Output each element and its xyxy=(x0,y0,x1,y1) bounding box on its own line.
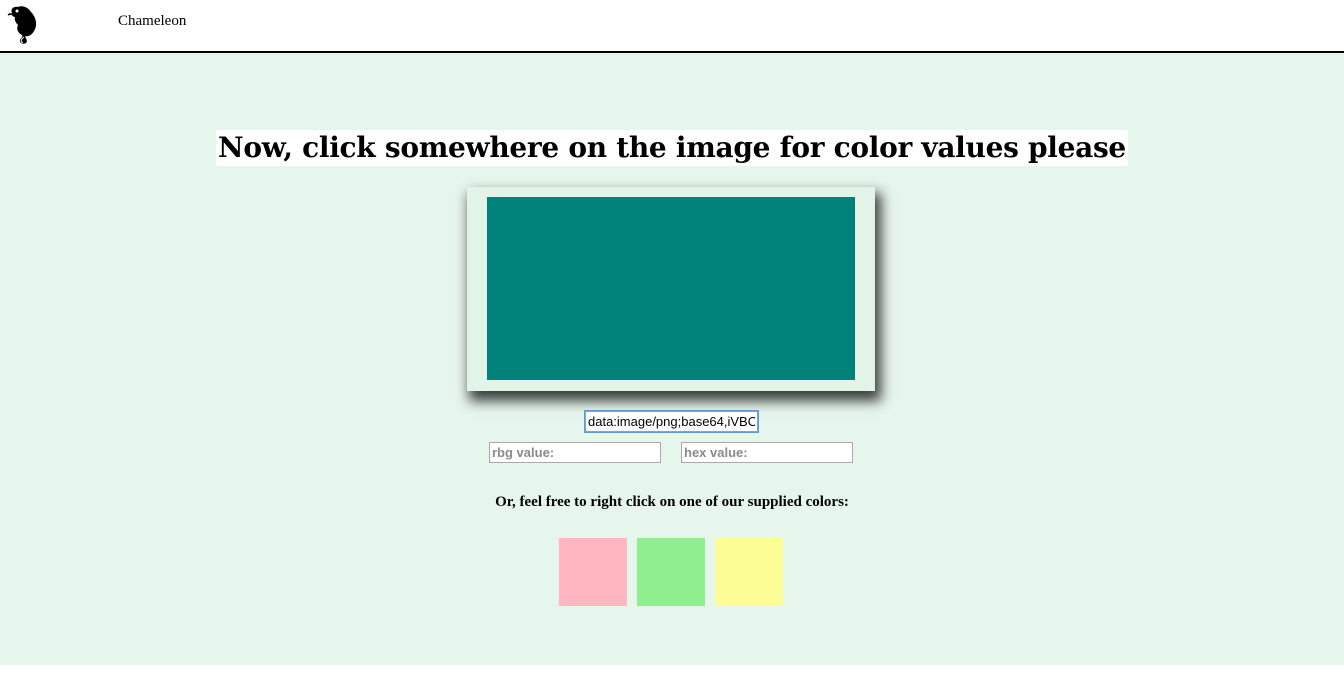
chameleon-logo-icon[interactable] xyxy=(6,3,42,45)
color-image[interactable] xyxy=(487,197,855,380)
image-frame[interactable] xyxy=(467,187,875,391)
swatch-yellow[interactable] xyxy=(715,538,783,606)
hex-value-field[interactable] xyxy=(681,442,853,463)
page-title-text: Now, click somewhere on the image for co… xyxy=(216,130,1128,166)
image-data-url-input[interactable] xyxy=(584,410,759,433)
swatch-green[interactable] xyxy=(637,538,705,606)
supplied-colors-label: Or, feel free to right click on one of o… xyxy=(495,494,849,510)
brand-name[interactable]: Chameleon xyxy=(118,13,186,30)
main-content: Now, click somewhere on the image for co… xyxy=(0,53,1344,665)
swatch-pink[interactable] xyxy=(559,538,627,606)
top-nav-bar: Chameleon xyxy=(0,0,1344,53)
page-title: Now, click somewhere on the image for co… xyxy=(0,128,1344,166)
rgb-value-field[interactable] xyxy=(489,442,661,463)
